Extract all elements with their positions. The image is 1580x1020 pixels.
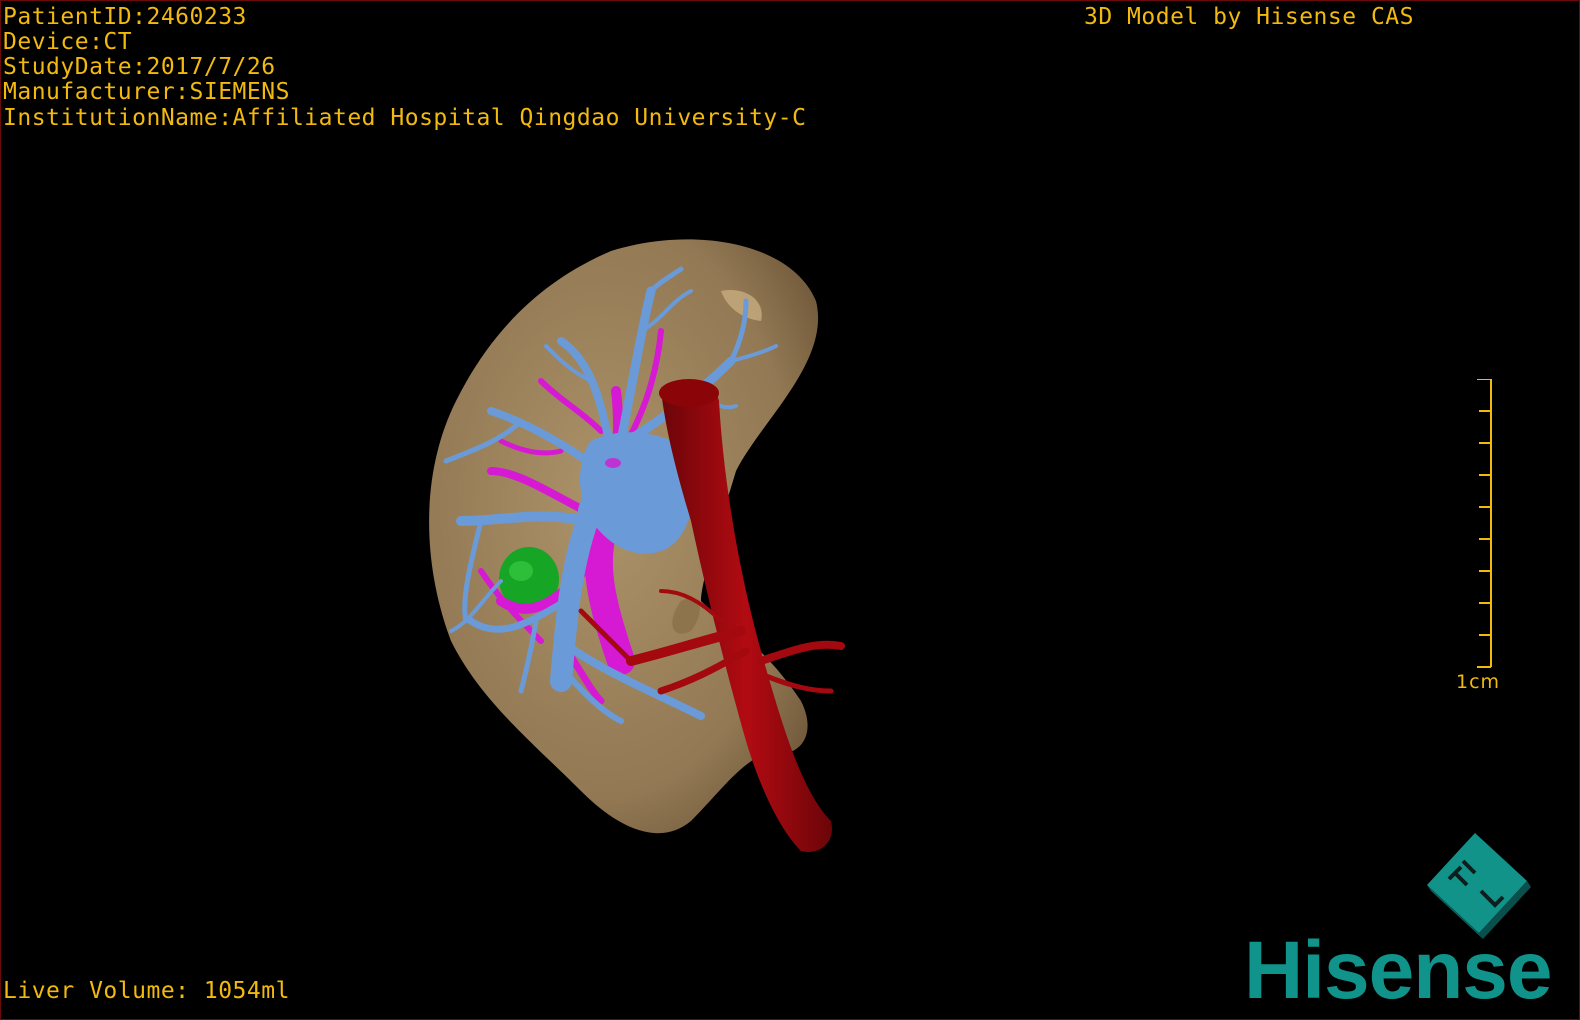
- scale-bar: [1477, 379, 1492, 668]
- 3d-viewport[interactable]: PatientID:2460233 Device:CT StudyDate:20…: [0, 0, 1580, 1020]
- model-title: 3D Model by Hisense CAS: [1084, 4, 1414, 30]
- scale-label: 1cm: [1456, 671, 1501, 693]
- liver-volume-label: Liver Volume: 1054ml: [3, 978, 290, 1004]
- device-label: Device:CT: [3, 29, 133, 55]
- manufacturer-label: Manufacturer:SIEMENS: [3, 79, 290, 105]
- study-date-label: StudyDate:2017/7/26: [3, 54, 276, 80]
- patient-id-label: PatientID:2460233: [3, 4, 247, 30]
- liver-3d-model[interactable]: [1, 1, 1580, 1020]
- institution-label: InstitutionName:Affiliated Hospital Qing…: [3, 105, 807, 131]
- hisense-logo: Hisense: [1244, 925, 1553, 1016]
